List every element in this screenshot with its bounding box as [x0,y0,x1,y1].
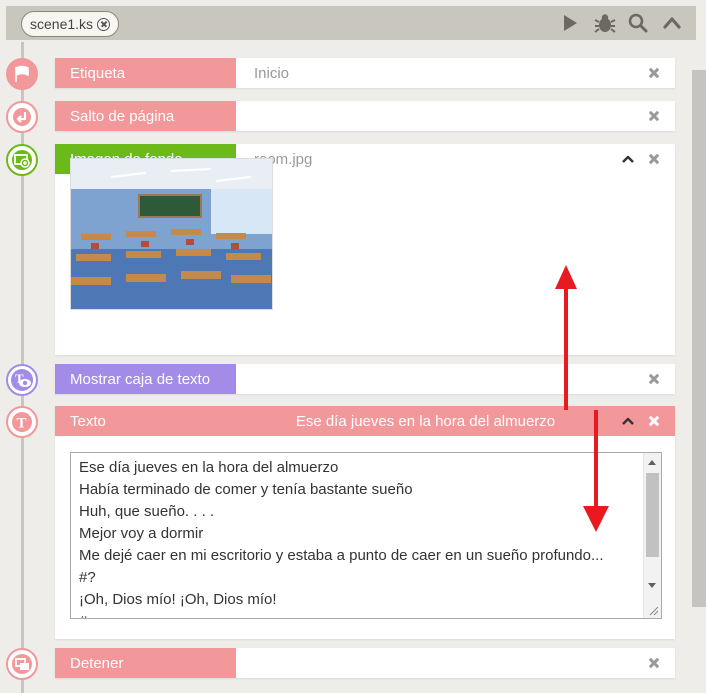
text-lines: Ese día jueves en la hora del almuerzo H… [79,457,639,618]
delete-icon[interactable] [648,154,659,165]
scene-tab[interactable]: scene1.ks [21,11,120,37]
stop-icon [6,648,38,680]
scroll-up-icon[interactable] [648,460,656,465]
text-line: Ese día jueves en la hora del almuerzo [79,459,339,476]
fondo-card[interactable]: Imagen de fondo room.jpg [55,144,675,355]
text-line: # [79,611,639,618]
card-label: Salto de página [55,101,236,131]
tab-strip: scene1.ks [6,6,696,40]
card-value[interactable] [236,101,675,131]
textarea-scrollbar[interactable] [643,453,661,618]
show-textbox-icon: T [6,364,38,396]
salto-card[interactable]: Salto de página [55,101,675,131]
top-bar: scene1.ks [0,0,706,45]
card-value[interactable]: room.jpg [236,144,675,174]
delete-icon[interactable] [648,416,659,427]
text-line: Me dejé caer en mi escritorio y estaba a… [79,547,604,564]
text-icon: T [6,406,38,438]
collapse-icon[interactable] [622,417,634,425]
page-break-icon [6,101,38,133]
close-icon[interactable] [97,17,111,31]
card-value[interactable]: Inicio [236,58,675,88]
texto-header: Texto Ese día jueves en la hora del almu… [55,406,675,436]
card-value[interactable]: Ese día jueves en la hora del almuerzo [236,406,675,436]
text-line: ¡Oh, Dios mío! ¡Oh, Dios mío! [79,591,277,608]
card-value[interactable] [236,364,675,394]
mostrar-card[interactable]: Mostrar caja de texto [55,364,675,394]
page-scroll-thumb[interactable] [692,70,706,607]
play-icon[interactable] [560,13,580,33]
card-label: Etiqueta [55,58,236,88]
texto-card[interactable]: Texto Ese día jueves en la hora del almu… [55,406,675,639]
delete-icon[interactable] [648,658,659,669]
bug-icon[interactable] [594,13,616,33]
background-thumbnail[interactable] [70,158,273,310]
collapse-icon[interactable] [622,155,634,163]
card-label: Detener [55,648,236,678]
text-line: #? [79,569,96,586]
card-label: Mostrar caja de texto [55,364,236,394]
background-image-icon [6,144,38,176]
resize-grip-icon[interactable] [649,606,659,616]
page-scrollbar[interactable] [692,70,706,693]
text-line: Mejor voy a dormir [79,525,204,542]
detener-card[interactable]: Detener [55,648,675,678]
chevron-up-icon[interactable] [662,13,682,33]
search-icon[interactable] [628,13,648,33]
text-line: Huh, que sueño. . . . [79,503,215,520]
flag-icon [6,58,38,90]
arrow-down-icon [583,410,609,532]
scroll-down-icon[interactable] [648,583,656,588]
delete-icon[interactable] [648,374,659,385]
arrow-up-icon [555,265,577,410]
etiqueta-card[interactable]: Etiqueta Inicio [55,58,675,88]
scroll-thumb[interactable] [646,473,659,557]
svg-text:T: T [17,416,27,432]
text-editor-textarea[interactable]: Ese día jueves en la hora del almuerzo H… [70,452,662,619]
toolbar [560,13,682,33]
delete-icon[interactable] [648,68,659,79]
text-line: Había terminado de comer y tenía bastant… [79,481,413,498]
card-value[interactable] [236,648,675,678]
scene-tab-label: scene1.ks [30,16,94,32]
delete-icon[interactable] [648,111,659,122]
card-label: Texto [55,406,236,436]
